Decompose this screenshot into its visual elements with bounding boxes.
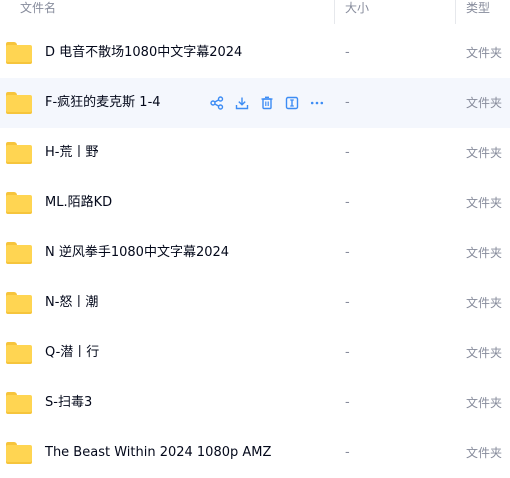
file-name[interactable]: ML.陌路KD <box>45 194 112 212</box>
file-row[interactable]: ML.陌路KD - 文件夹 <box>0 178 510 228</box>
file-name[interactable]: D 电音不散场1080中文字幕2024 <box>45 44 242 62</box>
row-actions <box>208 94 333 112</box>
file-row[interactable]: F-疯狂的麦克斯 1-4 - 文件夹 <box>0 78 510 128</box>
download-icon[interactable] <box>233 94 251 112</box>
file-row[interactable]: S-扫毒3 - 文件夹 <box>0 378 510 428</box>
folder-icon <box>6 342 32 364</box>
file-type: 文件夹 <box>466 96 503 110</box>
file-size: - <box>345 295 350 310</box>
column-header-size[interactable]: 大小 <box>345 0 369 28</box>
file-type: 文件夹 <box>466 296 503 310</box>
column-divider[interactable] <box>455 0 456 24</box>
column-divider[interactable] <box>334 0 335 24</box>
rename-icon[interactable] <box>283 94 301 112</box>
file-type: 文件夹 <box>466 146 503 160</box>
file-type: 文件夹 <box>466 46 503 60</box>
file-name[interactable]: N-怒丨潮 <box>45 294 98 312</box>
file-type: 文件夹 <box>466 346 503 360</box>
file-size: - <box>345 145 350 160</box>
file-size: - <box>345 445 350 460</box>
file-row[interactable]: H-荒丨野 - 文件夹 <box>0 128 510 178</box>
file-type: 文件夹 <box>466 246 503 260</box>
file-row[interactable]: N 逆风拳手1080中文字幕2024 - 文件夹 <box>0 228 510 278</box>
file-row[interactable]: N-怒丨潮 - 文件夹 <box>0 278 510 328</box>
file-type: 文件夹 <box>466 396 503 410</box>
folder-icon <box>6 292 32 314</box>
file-row[interactable]: D 电音不散场1080中文字幕2024 - 文件夹 <box>0 28 510 78</box>
folder-icon <box>6 242 32 264</box>
column-header-type[interactable]: 类型 <box>466 0 490 28</box>
delete-icon[interactable] <box>258 94 276 112</box>
file-row[interactable]: Q-潜丨行 - 文件夹 <box>0 328 510 378</box>
file-name[interactable]: N 逆风拳手1080中文字幕2024 <box>45 244 229 262</box>
file-row[interactable]: The Beast Within 2024 1080p AMZ - 文件夹 <box>0 428 510 478</box>
column-header-name[interactable]: 文件名 <box>20 0 56 28</box>
folder-icon <box>6 92 32 114</box>
folder-icon <box>6 392 32 414</box>
file-size: - <box>345 395 350 410</box>
folder-icon <box>6 442 32 464</box>
file-name[interactable]: H-荒丨野 <box>45 144 98 162</box>
more-icon[interactable] <box>308 94 326 112</box>
file-type: 文件夹 <box>466 446 503 460</box>
file-size: - <box>345 45 350 60</box>
file-size: - <box>345 195 350 210</box>
folder-icon <box>6 192 32 214</box>
file-list-header: 文件名 大小 类型 <box>0 0 510 29</box>
file-name[interactable]: The Beast Within 2024 1080p AMZ <box>45 444 271 462</box>
file-name[interactable]: Q-潜丨行 <box>45 344 99 362</box>
file-size: - <box>345 245 350 260</box>
folder-icon <box>6 42 32 64</box>
file-name[interactable]: F-疯狂的麦克斯 1-4 <box>45 94 161 112</box>
file-size: - <box>345 345 350 360</box>
file-size: - <box>345 95 350 110</box>
file-name[interactable]: S-扫毒3 <box>45 394 92 412</box>
share-icon[interactable] <box>208 94 226 112</box>
file-type: 文件夹 <box>466 196 503 210</box>
file-list: D 电音不散场1080中文字幕2024 - 文件夹 F-疯狂的麦克斯 1-4 -… <box>0 28 510 478</box>
folder-icon <box>6 142 32 164</box>
